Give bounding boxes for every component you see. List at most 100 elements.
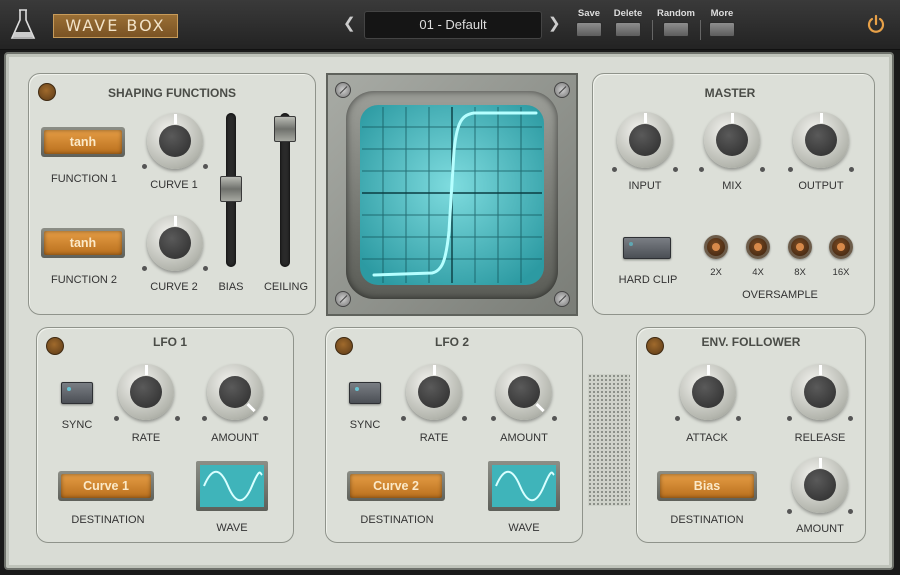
knob-max-dot bbox=[849, 167, 854, 172]
knob-min-dot bbox=[675, 416, 680, 421]
knob-max-dot bbox=[175, 416, 180, 421]
input-knob[interactable] bbox=[617, 112, 673, 168]
scope-bezel bbox=[346, 91, 558, 299]
knob-max-dot bbox=[760, 167, 765, 172]
sine-wave-icon bbox=[492, 465, 556, 507]
env-destination-selector[interactable]: Bias bbox=[657, 471, 757, 501]
lfo-2-destination-value: Curve 2 bbox=[350, 474, 442, 498]
lfo-1-amount-label: AMOUNT bbox=[211, 432, 259, 444]
next-preset-button[interactable]: ❯ bbox=[548, 14, 561, 32]
master-title: MASTER bbox=[704, 86, 756, 100]
lfo-2-amount-knob[interactable] bbox=[496, 364, 552, 420]
hard-clip-button[interactable] bbox=[623, 237, 671, 259]
oversample-16x-button[interactable] bbox=[829, 235, 853, 259]
more-label: More bbox=[710, 8, 734, 19]
oversample-2x-button[interactable] bbox=[704, 235, 728, 259]
delete-label: Delete bbox=[613, 8, 643, 19]
oversample-8x-button[interactable] bbox=[788, 235, 812, 259]
random-button[interactable]: Random bbox=[657, 8, 695, 37]
lfo-1-destination-label: DESTINATION bbox=[71, 514, 145, 526]
lfo-1-power-icon[interactable] bbox=[46, 337, 64, 355]
release-label: RELEASE bbox=[794, 432, 846, 444]
lfo-2-sync-label: SYNC bbox=[349, 419, 381, 431]
knob-min-dot bbox=[114, 416, 119, 421]
lfo-1-amount-knob[interactable] bbox=[207, 364, 263, 420]
env-amount-knob[interactable] bbox=[792, 457, 848, 513]
knob-min-dot bbox=[142, 266, 147, 271]
mix-label: MIX bbox=[722, 180, 742, 192]
lfo-1-destination-selector[interactable]: Curve 1 bbox=[58, 471, 154, 501]
lfo-2-rate-label: RATE bbox=[419, 432, 449, 444]
oversample-led bbox=[837, 243, 845, 251]
scope-screen bbox=[360, 105, 544, 285]
lfo-1-title: LFO 1 bbox=[152, 335, 187, 349]
ceiling-slider-handle[interactable] bbox=[274, 116, 296, 142]
knob-min-dot bbox=[401, 416, 406, 421]
lfo-2-rate-knob[interactable] bbox=[406, 364, 462, 420]
env-follower-title: ENV. FOLLOWER bbox=[701, 335, 801, 349]
function-2-selector[interactable]: tanh bbox=[41, 228, 125, 258]
oversample-led bbox=[796, 243, 804, 251]
function-2-label: FUNCTION 2 bbox=[51, 274, 117, 286]
delete-button-face[interactable] bbox=[615, 22, 641, 37]
oversample-4x-button[interactable] bbox=[746, 235, 770, 259]
knob-min-dot bbox=[788, 167, 793, 172]
save-button-face[interactable] bbox=[576, 22, 602, 37]
lfo-2-destination-selector[interactable]: Curve 2 bbox=[347, 471, 445, 501]
hard-clip-label: HARD CLIP bbox=[618, 274, 678, 286]
knob-min-dot bbox=[142, 164, 147, 169]
lfo-1-sync-led bbox=[67, 387, 71, 391]
lfo-1-sync-label: SYNC bbox=[61, 419, 93, 431]
knob-max-dot bbox=[203, 266, 208, 271]
more-button-face[interactable] bbox=[709, 22, 735, 37]
knob-max-dot bbox=[673, 167, 678, 172]
previous-preset-button[interactable]: ❮ bbox=[343, 14, 356, 32]
random-button-face[interactable] bbox=[663, 22, 689, 37]
release-knob[interactable] bbox=[792, 364, 848, 420]
lfo-2-power-icon[interactable] bbox=[335, 337, 353, 355]
env-destination-label: DESTINATION bbox=[670, 514, 744, 526]
curve-2-knob[interactable] bbox=[147, 215, 203, 271]
oversample-4x-label: 4X bbox=[752, 267, 764, 278]
lfo-1-wave-selector[interactable] bbox=[196, 461, 268, 511]
output-knob[interactable] bbox=[793, 112, 849, 168]
knob-max-dot bbox=[552, 416, 557, 421]
lfo-2-title: LFO 2 bbox=[434, 335, 469, 349]
mix-knob[interactable] bbox=[704, 112, 760, 168]
knob-max-dot bbox=[203, 164, 208, 169]
knob-max-dot bbox=[848, 509, 853, 514]
flask-icon bbox=[10, 9, 36, 39]
top-bar: WAVE BOX ❮ 01 - Default ❯ Save Delete Ra… bbox=[0, 0, 900, 50]
bias-slider-handle[interactable] bbox=[220, 176, 242, 202]
knob-min-dot bbox=[787, 509, 792, 514]
curve-1-knob[interactable] bbox=[147, 113, 203, 169]
lfo-2-sync-led bbox=[355, 387, 359, 391]
env-amount-label: AMOUNT bbox=[796, 523, 844, 535]
power-icon[interactable] bbox=[866, 14, 886, 34]
function-1-label: FUNCTION 1 bbox=[51, 173, 117, 185]
lfo-1-rate-knob[interactable] bbox=[118, 364, 174, 420]
more-button[interactable]: More bbox=[707, 8, 737, 37]
delete-button[interactable]: Delete bbox=[613, 8, 643, 37]
lfo-2-sync-button[interactable] bbox=[349, 382, 381, 404]
env-follower-power-icon[interactable] bbox=[646, 337, 664, 355]
oversample-2x-label: 2X bbox=[710, 267, 722, 278]
toolbar-divider bbox=[700, 20, 701, 40]
preset-name-display[interactable]: 01 - Default bbox=[364, 11, 542, 39]
lfo-2-wave-selector[interactable] bbox=[488, 461, 560, 511]
sine-wave-icon bbox=[200, 465, 264, 507]
attack-knob[interactable] bbox=[680, 364, 736, 420]
oversample-8x-label: 8X bbox=[794, 267, 806, 278]
shaping-toggle-icon[interactable] bbox=[38, 83, 56, 101]
random-label: Random bbox=[657, 8, 695, 19]
oversample-label: OVERSAMPLE bbox=[742, 289, 818, 301]
lfo-1-sync-button[interactable] bbox=[61, 382, 93, 404]
oversample-led bbox=[712, 243, 720, 251]
function-1-selector[interactable]: tanh bbox=[41, 127, 125, 157]
output-label: OUTPUT bbox=[798, 180, 844, 192]
hard-clip-led bbox=[629, 242, 633, 246]
logo: WAVE BOX bbox=[53, 14, 178, 38]
env-destination-value: Bias bbox=[660, 474, 754, 498]
knob-min-dot bbox=[491, 416, 496, 421]
save-button[interactable]: Save bbox=[574, 8, 604, 37]
